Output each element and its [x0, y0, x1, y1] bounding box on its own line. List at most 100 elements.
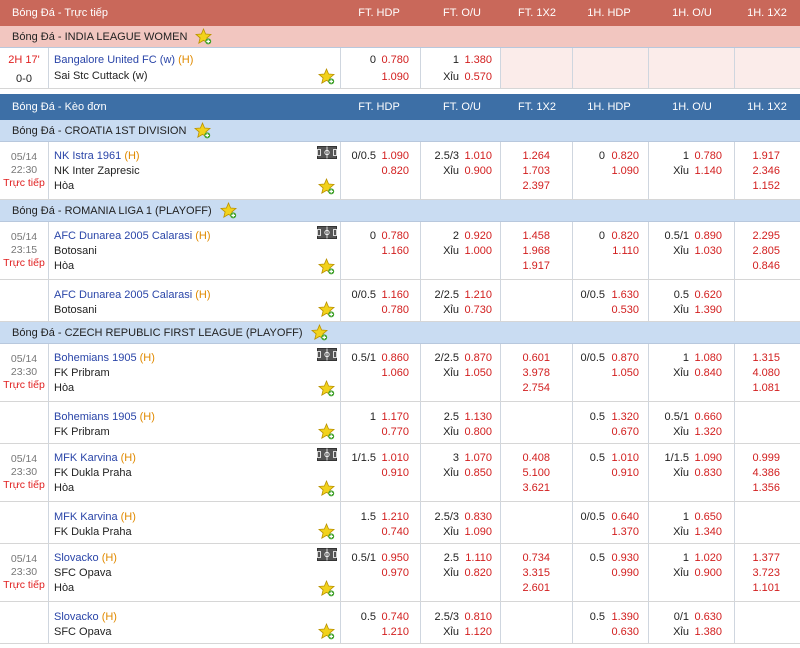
h1-ou-odds[interactable]: 1.320: [682, 425, 722, 439]
ft-1x2-odds[interactable]: 3.978: [510, 366, 550, 380]
field-stats-icon[interactable]: [317, 146, 337, 159]
home-team[interactable]: Slovacko (H): [54, 551, 117, 565]
ft-hdp-odds[interactable]: 0.950: [369, 551, 409, 565]
ft-hdp-odds[interactable]: 1.090: [369, 70, 409, 84]
h1-1x2-odds[interactable]: 2.805: [740, 244, 780, 258]
home-team[interactable]: AFC Dunarea 2005 Calarasi (H): [54, 229, 211, 243]
ft-ou-odds[interactable]: 1.000: [452, 244, 492, 258]
ft-1x2-odds[interactable]: 3.315: [510, 566, 550, 580]
ft-1x2-odds[interactable]: 1.968: [510, 244, 550, 258]
ft-ou-odds[interactable]: 1.090: [452, 525, 492, 539]
h1-hdp-odds[interactable]: 0.910: [599, 466, 639, 480]
h1-ou-odds[interactable]: 0.630: [682, 610, 722, 624]
h1-ou-odds[interactable]: 0.890: [682, 229, 722, 243]
ft-hdp-odds[interactable]: 0.780: [369, 53, 409, 67]
h1-hdp-odds[interactable]: 1.320: [599, 410, 639, 424]
h1-ou-odds[interactable]: 0.780: [682, 149, 722, 163]
h1-ou-odds[interactable]: 0.900: [682, 566, 722, 580]
star-add-icon[interactable]: [318, 258, 335, 275]
away-team[interactable]: FK Pribram: [54, 425, 110, 439]
h1-ou-odds[interactable]: 0.650: [682, 510, 722, 524]
home-team[interactable]: NK Istra 1961 (H): [54, 149, 140, 163]
ft-hdp-odds[interactable]: 1.210: [369, 510, 409, 524]
star-add-icon[interactable]: [318, 623, 335, 640]
h1-hdp-odds[interactable]: 1.390: [599, 610, 639, 624]
ft-ou-odds[interactable]: 0.850: [452, 466, 492, 480]
star-add-icon[interactable]: [311, 324, 328, 341]
ft-1x2-odds[interactable]: 1.458: [510, 229, 550, 243]
ft-hdp-odds[interactable]: 0.740: [369, 610, 409, 624]
ft-ou-odds[interactable]: 1.380: [452, 53, 492, 67]
ft-hdp-odds[interactable]: 1.210: [369, 625, 409, 639]
h1-hdp-odds[interactable]: 1.630: [599, 288, 639, 302]
away-team[interactable]: Botosani: [54, 303, 97, 317]
star-add-icon[interactable]: [318, 68, 335, 85]
h1-1x2-odds[interactable]: 3.723: [740, 566, 780, 580]
h1-hdp-odds[interactable]: 0.820: [599, 229, 639, 243]
h1-hdp-odds[interactable]: 1.090: [599, 164, 639, 178]
ft-1x2-odds[interactable]: 1.703: [510, 164, 550, 178]
ft-hdp-odds[interactable]: 0.780: [369, 229, 409, 243]
ft-ou-odds[interactable]: 1.210: [452, 288, 492, 302]
home-team[interactable]: Bohemians 1905 (H): [54, 351, 155, 365]
ft-1x2-odds[interactable]: 2.754: [510, 381, 550, 395]
ft-ou-odds[interactable]: 0.920: [452, 229, 492, 243]
star-add-icon[interactable]: [194, 122, 211, 139]
ft-1x2-odds[interactable]: 0.734: [510, 551, 550, 565]
star-add-icon[interactable]: [318, 480, 335, 497]
h1-hdp-odds[interactable]: 1.050: [599, 366, 639, 380]
ft-hdp-odds[interactable]: 1.060: [369, 366, 409, 380]
field-stats-icon[interactable]: [317, 348, 337, 361]
ft-ou-odds[interactable]: 1.120: [452, 625, 492, 639]
star-add-icon[interactable]: [318, 301, 335, 318]
ft-ou-odds[interactable]: 0.900: [452, 164, 492, 178]
ft-hdp-odds[interactable]: 0.740: [369, 525, 409, 539]
away-team[interactable]: NK Inter Zapresic: [54, 164, 140, 178]
h1-hdp-odds[interactable]: 0.670: [599, 425, 639, 439]
away-team[interactable]: FK Dukla Praha: [54, 466, 132, 480]
ft-hdp-odds[interactable]: 0.970: [369, 566, 409, 580]
away-team[interactable]: Botosani: [54, 244, 97, 258]
home-team[interactable]: Bangalore United FC (w) (H): [54, 53, 193, 67]
h1-hdp-odds[interactable]: 0.870: [599, 351, 639, 365]
h1-1x2-odds[interactable]: 1.917: [740, 149, 780, 163]
ft-hdp-odds[interactable]: 1.010: [369, 451, 409, 465]
away-team[interactable]: SFC Opava: [54, 566, 111, 580]
h1-1x2-odds[interactable]: 4.386: [740, 466, 780, 480]
star-add-icon[interactable]: [318, 178, 335, 195]
ft-ou-odds[interactable]: 0.810: [452, 610, 492, 624]
ft-hdp-odds[interactable]: 1.160: [369, 244, 409, 258]
ft-ou-odds[interactable]: 0.730: [452, 303, 492, 317]
h1-hdp-odds[interactable]: 1.010: [599, 451, 639, 465]
star-add-icon[interactable]: [318, 423, 335, 440]
ft-hdp-odds[interactable]: 0.860: [369, 351, 409, 365]
h1-ou-odds[interactable]: 0.660: [682, 410, 722, 424]
h1-ou-odds[interactable]: 0.830: [682, 466, 722, 480]
h1-ou-odds[interactable]: 1.340: [682, 525, 722, 539]
h1-hdp-odds[interactable]: 1.110: [599, 244, 639, 258]
home-team[interactable]: AFC Dunarea 2005 Calarasi (H): [54, 288, 211, 302]
ft-1x2-odds[interactable]: 5.100: [510, 466, 550, 480]
ft-1x2-odds[interactable]: 2.601: [510, 581, 550, 595]
ft-hdp-odds[interactable]: 1.160: [369, 288, 409, 302]
star-add-icon[interactable]: [318, 380, 335, 397]
home-team[interactable]: MFK Karvina (H): [54, 510, 136, 524]
h1-hdp-odds[interactable]: 0.930: [599, 551, 639, 565]
ft-1x2-odds[interactable]: 1.917: [510, 259, 550, 273]
star-add-icon[interactable]: [220, 202, 237, 219]
h1-ou-odds[interactable]: 1.390: [682, 303, 722, 317]
h1-1x2-odds[interactable]: 2.346: [740, 164, 780, 178]
ft-ou-odds[interactable]: 1.130: [452, 410, 492, 424]
h1-1x2-odds[interactable]: 1.081: [740, 381, 780, 395]
ft-ou-odds[interactable]: 0.800: [452, 425, 492, 439]
ft-ou-odds[interactable]: 0.870: [452, 351, 492, 365]
away-team[interactable]: SFC Opava: [54, 625, 111, 639]
home-team[interactable]: Slovacko (H): [54, 610, 117, 624]
h1-1x2-odds[interactable]: 1.101: [740, 581, 780, 595]
h1-hdp-odds[interactable]: 0.990: [599, 566, 639, 580]
h1-ou-odds[interactable]: 1.080: [682, 351, 722, 365]
h1-ou-odds[interactable]: 1.020: [682, 551, 722, 565]
ft-ou-odds[interactable]: 0.820: [452, 566, 492, 580]
h1-1x2-odds[interactable]: 1.152: [740, 179, 780, 193]
h1-hdp-odds[interactable]: 1.370: [599, 525, 639, 539]
